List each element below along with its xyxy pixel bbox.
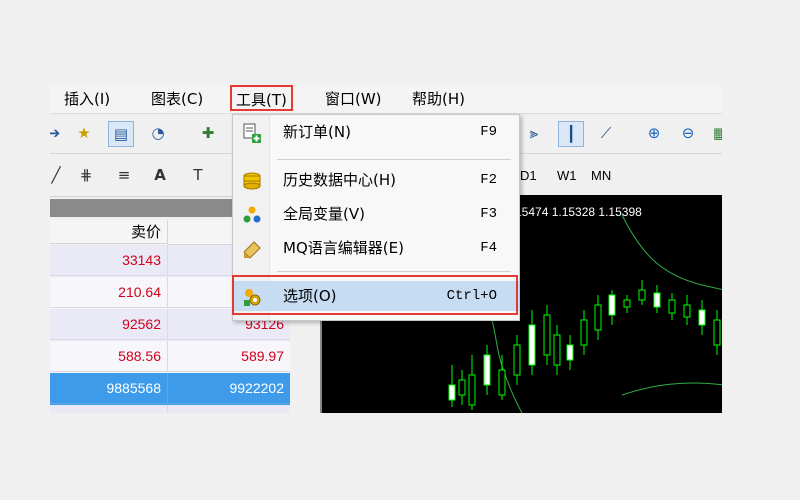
candle-body: [698, 309, 706, 326]
candle-body: [528, 324, 536, 366]
column-header-bid[interactable]: 卖价: [50, 220, 168, 244]
menu-item-label: MQ语言编辑器(E): [283, 239, 404, 257]
menu-item-shortcut: F3: [480, 206, 497, 222]
bid-cell: 9885568: [50, 373, 168, 404]
ask-cell: 9922202: [168, 373, 290, 404]
menu-item-history-center[interactable]: 历史数据中心(H) F2: [233, 165, 519, 195]
menu-item-shortcut: F2: [480, 172, 497, 188]
line-tool-icon[interactable]: ╱: [50, 163, 68, 187]
menu-insert[interactable]: 插入(I): [64, 88, 110, 110]
candlestick-icon[interactable]: ┃: [558, 121, 584, 147]
candle-body: [483, 354, 491, 386]
bollinger-middle-line: [621, 214, 722, 291]
candle-body: [448, 384, 456, 401]
chart-price-info: 15474 1.15328 1.15398: [515, 205, 642, 219]
table-row[interactable]: 588.56 589.97: [50, 341, 290, 373]
bid-cell: 210.64: [50, 277, 168, 308]
menu-item-shortcut: F4: [480, 240, 497, 256]
menu-item-mq-editor[interactable]: MQ语言编辑器(E) F4: [233, 233, 519, 263]
channel-icon[interactable]: ≡: [112, 163, 136, 187]
candle-body: [468, 374, 476, 406]
menu-item-label: 新订单(N): [283, 123, 351, 141]
candle-body: [653, 292, 661, 308]
table-row[interactable]: 62913.79 62932.91: [50, 405, 290, 413]
terminal-window: 插入(I) 图表(C) 工具(T) 窗口(W) 帮助(H) ➔ ★ ▤ ◔ ✚ …: [50, 85, 722, 413]
new-chart-icon[interactable]: ✚: [196, 121, 220, 145]
market-watch-icon[interactable]: ▤: [108, 121, 134, 147]
candle-body: [683, 304, 691, 318]
bid-cell: 92562: [50, 309, 168, 340]
menu-item-new-order[interactable]: 新订单(N) F9: [233, 117, 519, 147]
text-icon[interactable]: A: [148, 163, 172, 187]
ask-cell: 589.97: [168, 341, 290, 372]
menu-item-label: 历史数据中心(H): [283, 171, 396, 189]
menu-separator: [277, 271, 511, 272]
editor-icon: [243, 241, 261, 259]
fibonacci-icon[interactable]: ⋕: [74, 163, 98, 187]
favorites-icon[interactable]: ★: [72, 121, 96, 145]
timeframe-w1[interactable]: W1: [557, 168, 577, 183]
candle-body: [498, 369, 506, 396]
candle-body: [668, 299, 676, 314]
zoom-in-icon[interactable]: ⊕: [642, 121, 666, 145]
highlight-box-options: [232, 275, 518, 315]
candle-body: [543, 314, 551, 356]
candle-body: [638, 289, 646, 301]
candle-body: [713, 319, 721, 346]
bid-cell: 33143: [50, 245, 168, 276]
bid-cell: 62913.79: [50, 405, 168, 413]
menu-item-global-variables[interactable]: 全局变量(V) F3: [233, 199, 519, 229]
candle-body: [580, 319, 588, 346]
history-center-icon: [243, 172, 261, 190]
candle-body: [594, 304, 602, 331]
candle-body: [623, 299, 631, 308]
ask-cell: 62932.91: [168, 405, 290, 413]
timeframe-mn[interactable]: MN: [591, 168, 611, 183]
candle-body: [566, 344, 574, 361]
candle-body: [608, 294, 616, 316]
menu-item-shortcut: F9: [480, 124, 497, 140]
menu-help[interactable]: 帮助(H): [412, 88, 465, 110]
timeframe-d1[interactable]: D1: [520, 168, 537, 183]
navigator-icon[interactable]: ◔: [146, 121, 170, 145]
table-row-selected[interactable]: 9885568 9922202: [50, 373, 290, 405]
candle-body: [513, 344, 521, 376]
candle-body: [553, 334, 561, 366]
new-order-icon: [243, 123, 261, 143]
line-chart-icon[interactable]: ⟋: [594, 121, 618, 145]
menu-window[interactable]: 窗口(W): [325, 88, 382, 110]
text-label-icon[interactable]: T: [186, 163, 210, 187]
menu-separator: [277, 159, 511, 160]
menu-tools[interactable]: 工具(T): [230, 85, 293, 111]
candle-body: [458, 379, 466, 396]
arrow-icon[interactable]: ➔: [50, 121, 66, 145]
global-variables-icon: [243, 206, 261, 223]
bollinger-lower-line: [621, 382, 722, 396]
menu-bar: 插入(I) 图表(C) 工具(T) 窗口(W) 帮助(H): [50, 85, 722, 114]
menu-charts[interactable]: 图表(C): [151, 88, 203, 110]
zoom-out-icon[interactable]: ⊖: [676, 121, 700, 145]
bid-cell: 588.56: [50, 341, 168, 372]
bar-chart-icon[interactable]: ⫸: [522, 121, 546, 145]
tile-windows-icon[interactable]: ▦: [708, 121, 722, 145]
menu-item-label: 全局变量(V): [283, 205, 365, 223]
